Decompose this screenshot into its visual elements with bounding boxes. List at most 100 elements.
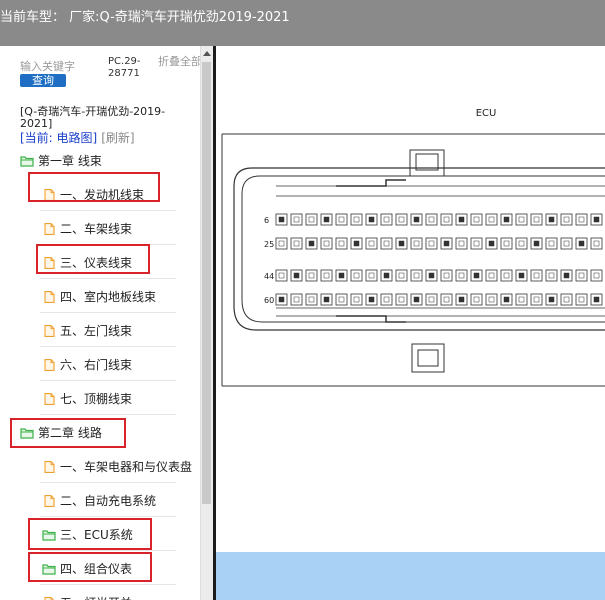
connector-pin-contact (353, 272, 360, 279)
title-bar: 当前车型： 厂家:Q-奇瑞汽车开瑞优劲2019-2021 (0, 0, 605, 46)
connector-pin-contact (413, 216, 420, 223)
file-icon (42, 322, 56, 337)
tree-item-label: 二、车架线束 (60, 222, 133, 236)
connector-pin-contact (548, 216, 555, 223)
connector-pin-contact (398, 216, 405, 223)
tree-item-label: 五、左门线束 (60, 324, 133, 338)
connector-pin-contact (323, 272, 330, 279)
connector-pin-contact (413, 240, 420, 247)
connector-pin-contact (548, 296, 555, 303)
tree-item-label: 六、右门线束 (60, 358, 133, 372)
connector-pin-contact (533, 216, 540, 223)
connector-pin-contact (368, 216, 375, 223)
tree-separator (40, 482, 176, 483)
connector-pin-contact (593, 216, 600, 223)
connector-pin-contact (548, 240, 555, 247)
ecu-connector-diagram: ECU 6 25 44 60 (221, 108, 605, 387)
current-view-label: [当前: 电路图] (20, 131, 98, 145)
connector-pin-contact (368, 240, 375, 247)
connector-pin-contact (458, 296, 465, 303)
tree-item[interactable]: 七、顶棚线束 (42, 388, 132, 410)
breadcrumb: [当前: 电路图] [刷新] (20, 129, 135, 146)
tree-item[interactable]: 五、灯光开关 (42, 592, 132, 600)
connector-pin-contact (473, 240, 480, 247)
connector-pin-contact (278, 216, 285, 223)
window-title: 当前车型： 厂家:Q-奇瑞汽车开瑞优劲2019-2021 (0, 10, 290, 25)
sidebar-scrollbar[interactable] (200, 46, 213, 600)
connector-pin-contact (563, 216, 570, 223)
viewer-footer-bar (216, 552, 605, 600)
connector-pin-contact (578, 240, 585, 247)
query-button[interactable]: 查询 (20, 74, 66, 87)
connector-pin-contact (398, 240, 405, 247)
tree-separator (40, 584, 176, 585)
tree-item[interactable]: 第一章 线束 (20, 150, 102, 172)
tree-item-label: 二、自动充电系统 (60, 494, 157, 508)
connector-pin-contact (488, 296, 495, 303)
pc-code: PC.29-28771 (108, 56, 141, 79)
tree-item[interactable]: 五、左门线束 (42, 320, 132, 342)
connector-pin-contact (503, 272, 510, 279)
connector-pin-contact (458, 240, 465, 247)
connector-pin-contact (323, 216, 330, 223)
connector-pin-contact (488, 272, 495, 279)
pin-row-label: 25 (264, 240, 274, 249)
connector-pin-contact (563, 296, 570, 303)
connector-pin-contact (533, 296, 540, 303)
tree-item[interactable]: 二、自动充电系统 (42, 490, 156, 512)
connector-pin-contact (353, 216, 360, 223)
connector-pin-contact (278, 272, 285, 279)
tree-separator (40, 550, 176, 551)
tree-item[interactable]: 二、车架线束 (42, 218, 132, 240)
scroll-up-icon[interactable] (203, 51, 211, 56)
connector-pin-contact (368, 272, 375, 279)
pin-row-label: 6 (264, 216, 269, 225)
file-icon (42, 492, 56, 507)
diagram-viewer[interactable]: ECU 6 25 44 60 (216, 46, 605, 600)
connector-pin-contact (353, 296, 360, 303)
tree-item[interactable]: 一、车架电器和与仪表盘 (42, 456, 192, 478)
breadcrumb-path: [Q-奇瑞汽车-开瑞优劲-2019-2021] (20, 105, 166, 130)
connector-pin-contact (353, 240, 360, 247)
highlight-box (28, 172, 160, 202)
diagram-title: ECU (476, 108, 497, 119)
connector-pin-contact (398, 272, 405, 279)
connector-pin-contact (473, 272, 480, 279)
file-icon (42, 220, 56, 235)
pin-row-labels: 6 25 44 60 (264, 216, 274, 305)
refresh-link[interactable]: [刷新] (101, 131, 134, 145)
connector-pin-contact (338, 240, 345, 247)
pin-row-label: 44 (264, 272, 274, 281)
connector-pin-contact (383, 296, 390, 303)
sidebar-panel: 查询 PC.29-28771 折叠全部 [Q-奇瑞汽车-开瑞优劲-2019-20… (0, 46, 200, 600)
tree-separator (40, 380, 176, 381)
connector-pin-contact (428, 272, 435, 279)
connector-pin-contact (338, 216, 345, 223)
connector-pin-contact (503, 296, 510, 303)
tree-item-label: 第一章 线束 (38, 154, 102, 168)
connector-pin-contact (593, 240, 600, 247)
connector-pin-contact (428, 216, 435, 223)
connector-pin-contact (383, 216, 390, 223)
connector-pin-contact (383, 272, 390, 279)
connector-pin-contact (518, 216, 525, 223)
connector-pin-contact (443, 240, 450, 247)
search-input[interactable] (20, 58, 100, 74)
connector-pin-contact (323, 240, 330, 247)
connector-pin-contact (458, 216, 465, 223)
connector-pin-contact (338, 296, 345, 303)
connector-pin-contact (443, 272, 450, 279)
connector-pin-contact (338, 272, 345, 279)
tree-item[interactable]: 四、室内地板线束 (42, 286, 156, 308)
tree-item-label: 一、车架电器和与仪表盘 (60, 460, 193, 474)
connector-pin-contact (548, 272, 555, 279)
connector-pin-contact (533, 272, 540, 279)
connector-pin-contact (308, 296, 315, 303)
connector-pin-contact (563, 272, 570, 279)
collapse-all-button[interactable]: 折叠全部 (158, 56, 200, 68)
scrollbar-thumb[interactable] (202, 62, 211, 504)
connector-pin-contact (488, 216, 495, 223)
tree-item[interactable]: 六、右门线束 (42, 354, 132, 376)
connector-pin-contact (308, 272, 315, 279)
connector-pin-contact (578, 296, 585, 303)
